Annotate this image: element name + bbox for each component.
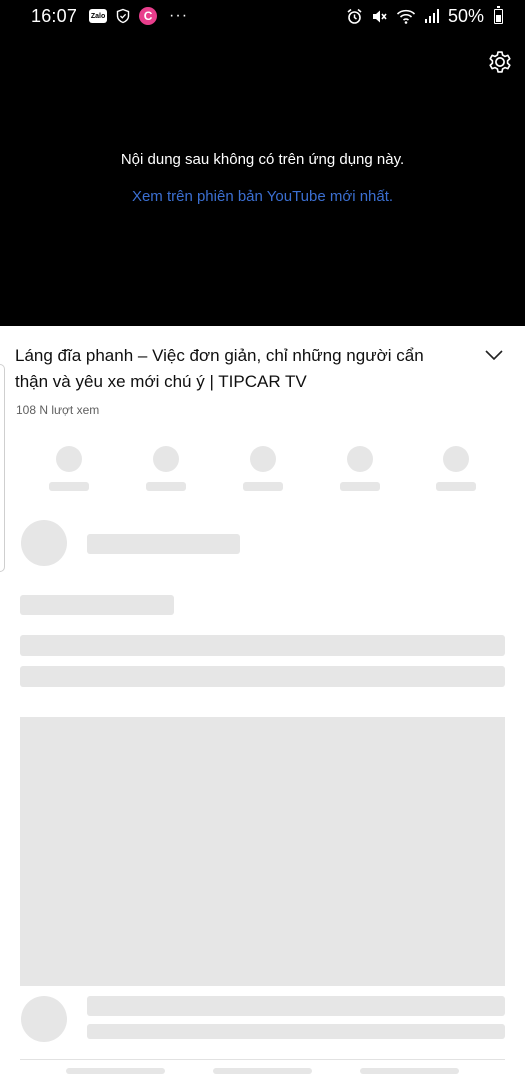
nav-item-skeleton [213, 1068, 312, 1074]
battery-percent: 50% [447, 5, 484, 26]
channel-avatar-skeleton [21, 520, 67, 566]
wifi-icon [396, 8, 416, 25]
screen: 16:07 Zalo C ··· 50% Nội dung sau không … [0, 0, 525, 1080]
more-icon: ··· [169, 7, 189, 24]
action-skeleton [243, 446, 283, 496]
c-app-icon: C [139, 7, 158, 25]
nav-item-skeleton [360, 1068, 459, 1074]
shield-icon [115, 8, 131, 24]
thumbnail-skeleton [20, 717, 505, 986]
alarm-icon [346, 8, 363, 25]
action-label-skeleton [243, 482, 283, 491]
open-latest-youtube-link[interactable]: Xem trên phiên bản YouTube mới nhất. [0, 188, 525, 205]
chevron-down-icon [484, 348, 504, 366]
mute-icon [371, 8, 388, 25]
nav-item-skeleton [66, 1068, 165, 1074]
action-label-skeleton [49, 482, 89, 491]
action-icon-skeleton [250, 446, 276, 472]
action-icon-skeleton [443, 446, 469, 472]
text-line-skeleton [20, 666, 505, 687]
action-skeleton [340, 446, 380, 496]
battery-icon [494, 5, 503, 24]
expand-description-button[interactable] [483, 346, 505, 368]
action-skeleton [49, 446, 89, 496]
view-count: 108 N lượt xem [16, 403, 100, 417]
action-label-skeleton [340, 482, 380, 491]
divider [20, 1059, 505, 1060]
signal-icon [424, 8, 440, 24]
action-label-skeleton [436, 482, 476, 491]
video-player[interactable]: 16:07 Zalo C ··· 50% Nội dung sau không … [0, 0, 525, 326]
avatar-skeleton [21, 996, 67, 1042]
action-label-skeleton [146, 482, 186, 491]
action-skeleton [436, 446, 476, 496]
unavailable-message: Nội dung sau không có trên ứng dụng này. [120, 151, 405, 168]
status-bar: 16:07 Zalo C ··· 50% [0, 0, 525, 32]
clock: 16:07 [31, 5, 78, 26]
title-line-skeleton [87, 996, 505, 1016]
channel-name-skeleton [87, 534, 240, 554]
zalo-icon: Zalo [89, 9, 108, 23]
action-icon-skeleton [153, 446, 179, 472]
action-skeleton [146, 446, 186, 496]
action-icon-skeleton [347, 446, 373, 472]
text-line-skeleton [20, 635, 505, 656]
subtitle-line-skeleton [87, 1024, 505, 1039]
video-title[interactable]: Láng đĩa phanh – Việc đơn giản, chỉ nhữn… [15, 343, 450, 395]
status-bar-right: 50% [346, 5, 503, 27]
action-bar-skeleton [0, 446, 525, 496]
text-line-skeleton [20, 595, 174, 615]
gear-icon [486, 48, 514, 81]
status-bar-left: 16:07 Zalo C ··· [31, 6, 188, 27]
settings-button[interactable] [485, 49, 515, 79]
action-icon-skeleton [56, 446, 82, 472]
